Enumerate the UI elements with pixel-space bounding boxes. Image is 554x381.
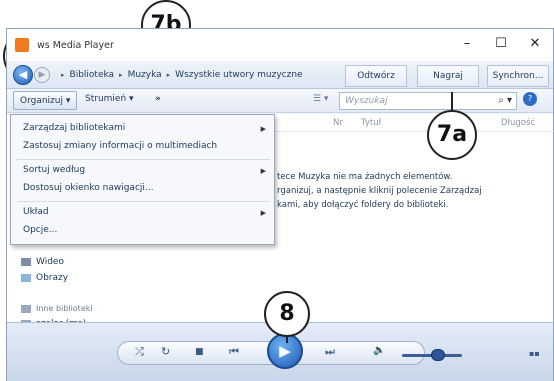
submenu-arrow-icon: ▶ <box>260 167 266 175</box>
menu-divider <box>17 201 270 202</box>
shuffle-button[interactable]: ⤮ <box>135 345 144 359</box>
stop-button[interactable]: ■ <box>195 347 204 357</box>
sidebar-item-other-libraries[interactable]: Inne biblioteki <box>21 304 93 313</box>
breadcrumb-library[interactable]: Biblioteka <box>70 70 115 81</box>
wmp-app-icon <box>15 38 29 52</box>
stream-button[interactable]: Strumień ▾ <box>85 94 134 104</box>
sidebar-item-pictures[interactable]: Obrazy <box>21 273 68 283</box>
repeat-button[interactable]: ↻ <box>161 345 170 358</box>
tab-burn[interactable]: Nagraj <box>417 65 479 87</box>
search-placeholder: Wyszukaj <box>345 96 388 106</box>
other-libraries-icon <box>21 304 31 313</box>
play-button[interactable]: ▶ <box>267 333 303 369</box>
menu-item-sort-by[interactable]: Sortuj według <box>23 165 85 175</box>
chevron-down-icon: ▾ <box>65 96 71 106</box>
menu-item-customize-navigation[interactable]: Dostosuj okienko nawigacji... <box>23 183 153 193</box>
menu-item-options[interactable]: Opcje... <box>23 225 57 235</box>
menu-item-layout[interactable]: Układ <box>23 207 49 217</box>
chevron-down-icon: ▾ <box>129 94 134 104</box>
submenu-arrow-icon: ▶ <box>260 125 266 133</box>
callout-7a-burn: 7a <box>427 110 477 160</box>
view-options-icon[interactable]: ☰ ▾ <box>313 94 328 104</box>
breadcrumb-all-music[interactable]: Wszystkie utwory muzyczne <box>175 70 302 81</box>
tab-sync[interactable]: Synchron... <box>487 65 549 87</box>
empty-message-line: rganizuj, a następnie kliknij polecenie … <box>277 186 482 196</box>
callout-line <box>451 92 453 112</box>
switch-to-now-playing-button[interactable]: ▪▪ <box>529 349 540 358</box>
search-icon[interactable]: ⌕ ▾ <box>498 95 512 106</box>
help-icon[interactable]: ? <box>523 92 537 106</box>
empty-message-line: tece Muzyka nie ma żadnych elementów. <box>277 172 453 182</box>
callout-line <box>286 335 288 343</box>
empty-library-message: tece Muzyka nie ma żadnych elementów. rg… <box>277 170 517 212</box>
previous-button[interactable]: ⏮ <box>229 345 239 359</box>
column-header: Nr Tytuł Długość <box>265 114 554 132</box>
forward-button[interactable]: ▶ <box>34 67 50 83</box>
video-icon <box>21 258 31 266</box>
volume-slider-handle[interactable] <box>431 349 445 361</box>
breadcrumb-separator: ▸ <box>61 71 65 79</box>
stream-label: Strumień <box>85 94 127 104</box>
organize-label: Organizuj <box>20 96 63 106</box>
breadcrumb: ▸ Biblioteka ▸ Muzyka ▸ Wszystkie utwory… <box>61 70 303 81</box>
menu-item-manage-libraries[interactable]: Zarządzaj bibliotekami <box>23 123 125 133</box>
column-title[interactable]: Tytuł <box>361 118 381 128</box>
breadcrumb-separator: ▸ <box>166 71 171 79</box>
callout-8-play: 8 <box>264 291 310 337</box>
sidebar-item-label: Obrazy <box>36 273 69 283</box>
column-length[interactable]: Długość <box>501 118 535 128</box>
menu-item-apply-media-info[interactable]: Zastosuj zmiany informacji o multimediac… <box>23 141 217 151</box>
mute-button[interactable]: 🔈 <box>373 345 385 356</box>
breadcrumb-separator: ▸ <box>119 71 123 79</box>
organize-dropdown-menu: Zarządzaj bibliotekami ▶ Zastosuj zmiany… <box>10 114 275 245</box>
maximize-button[interactable]: ☐ <box>489 34 513 54</box>
breadcrumb-music[interactable]: Muzyka <box>128 70 162 81</box>
column-number[interactable]: Nr <box>333 118 343 128</box>
search-input[interactable]: Wyszukaj ⌕ ▾ <box>339 92 517 110</box>
sidebar-item-label: Inne biblioteki <box>36 304 93 313</box>
toolbar: Organizuj ▾ Strumień ▾ » ☰ ▾ Wyszukaj ⌕ … <box>7 89 553 113</box>
sidebar-item-label: Wideo <box>36 257 64 267</box>
title-bar[interactable]: ws Media Player – ☐ ✕ <box>7 29 553 61</box>
navigation-bar: ◀ ▶ ▸ Biblioteka ▸ Muzyka ▸ Wszystkie ut… <box>7 61 553 89</box>
tab-play[interactable]: Odtwórz <box>345 65 407 87</box>
sidebar-item-video[interactable]: Wideo <box>21 257 64 267</box>
close-button[interactable]: ✕ <box>523 34 547 54</box>
window-title: ws Media Player <box>37 40 114 51</box>
submenu-arrow-icon: ▶ <box>260 209 266 217</box>
back-button[interactable]: ◀ <box>13 65 33 85</box>
empty-message-line: kami, aby dołączyć foldery do biblioteki… <box>277 200 449 210</box>
menu-divider <box>17 159 270 160</box>
next-button[interactable]: ⏭ <box>325 345 335 359</box>
organize-button[interactable]: Organizuj ▾ <box>13 91 78 110</box>
pictures-icon <box>21 274 31 282</box>
minimize-button[interactable]: – <box>455 34 479 54</box>
more-button[interactable]: » <box>155 94 161 104</box>
